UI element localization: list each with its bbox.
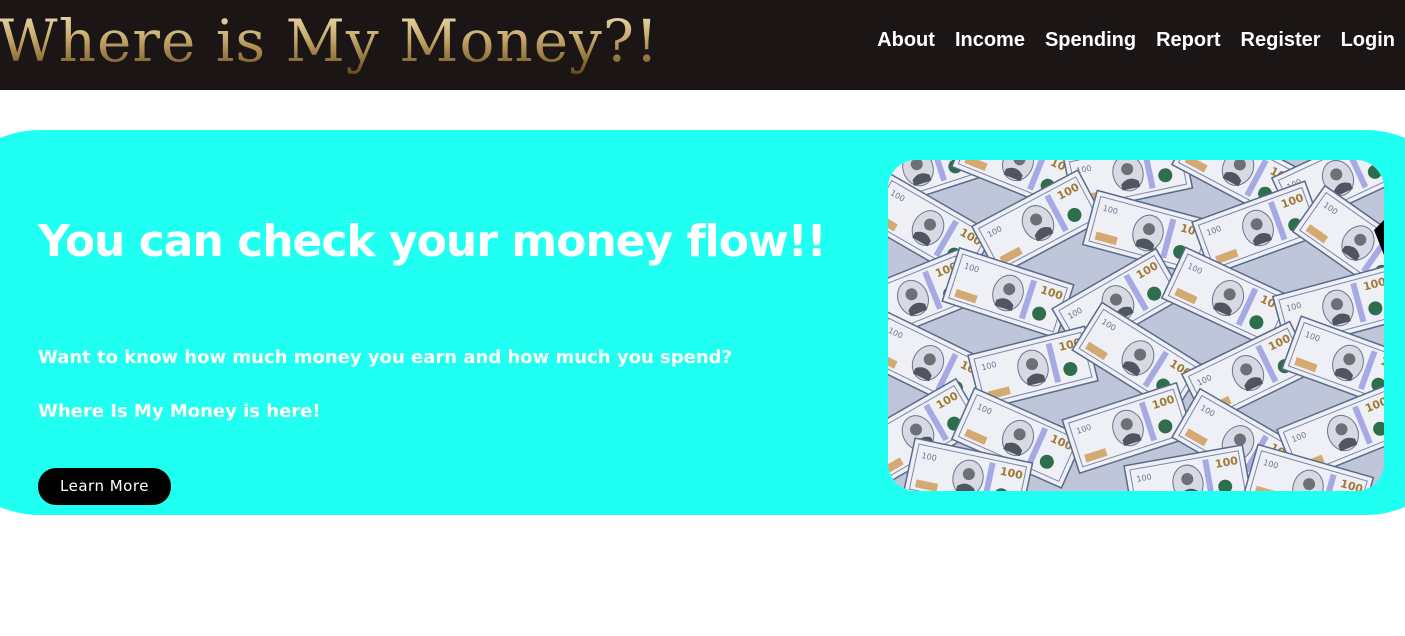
top-navbar: Where is My Money?! About Income Spendin… <box>0 0 1405 90</box>
money-bills-image: 100 100 <box>888 160 1384 491</box>
nav-link-login[interactable]: Login <box>1341 28 1395 52</box>
learn-more-button[interactable]: Learn More <box>38 468 171 505</box>
hero-description: Want to know how much money you earn and… <box>38 347 733 368</box>
site-logo[interactable]: Where is My Money?! <box>0 6 659 76</box>
nav-link-income[interactable]: Income <box>955 28 1025 52</box>
nav-link-about[interactable]: About <box>877 28 935 52</box>
hero-tagline: Where Is My Money is here! <box>38 401 321 422</box>
nav-link-register[interactable]: Register <box>1241 28 1321 52</box>
nav-link-spending[interactable]: Spending <box>1045 28 1136 52</box>
nav-link-report[interactable]: Report <box>1156 28 1220 52</box>
main-nav: About Income Spending Report Register Lo… <box>877 28 1395 52</box>
hero-headline: You can check your money flow!! <box>38 216 827 267</box>
